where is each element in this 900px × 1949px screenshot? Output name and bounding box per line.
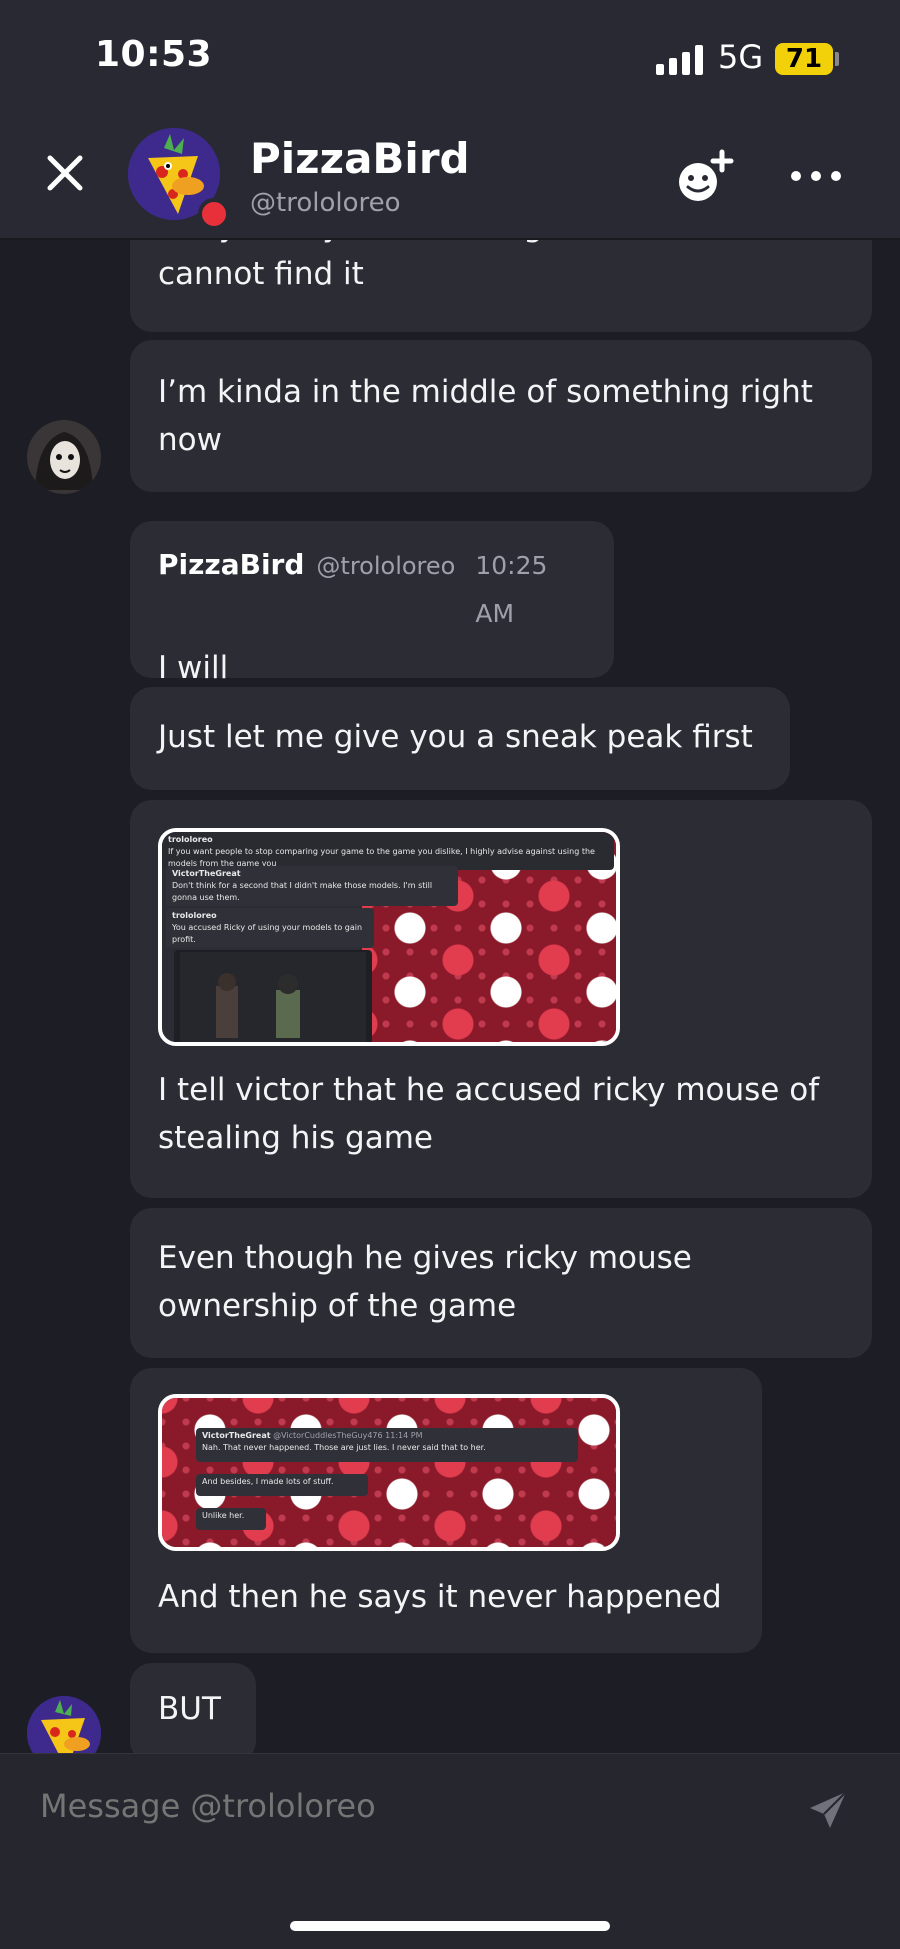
message-timestamp: 10:25 AM xyxy=(475,551,548,628)
image-attachment[interactable]: trololoreo If you want people to stop co… xyxy=(158,828,620,1046)
screenshot-line: And besides, I made lots of stuff. xyxy=(196,1474,368,1496)
screenshot-line: trololoreo You accused Ricky of using yo… xyxy=(166,908,374,948)
screenshot-line: Unlike her. xyxy=(196,1508,266,1530)
screenshot-text: Unlike her. xyxy=(202,1511,245,1520)
more-options-icon[interactable] xyxy=(790,168,842,184)
screenshot-line: VictorTheGreat Don't think for a second … xyxy=(166,866,458,906)
message-text: BUT xyxy=(158,1691,221,1727)
screenshot-line: trololoreo If you want people to stop co… xyxy=(162,832,614,870)
screenshot-line: VictorTheGreat @VictorCuddlesTheGuy476 1… xyxy=(196,1428,578,1462)
status-time: 10:53 xyxy=(95,34,213,75)
battery-icon: 71 xyxy=(775,43,833,75)
battery-tip xyxy=(835,52,839,66)
presence-dnd-icon xyxy=(198,198,230,230)
avatar[interactable] xyxy=(128,128,230,230)
message-bubble[interactable]: Just let me give you a sneak peak first xyxy=(130,687,790,790)
signal-icon xyxy=(656,45,704,75)
screenshot-text: And besides, I made lots of stuff. xyxy=(202,1477,334,1486)
avatar[interactable] xyxy=(27,1696,101,1753)
screenshot-user: VictorTheGreat xyxy=(202,1431,271,1440)
message-list[interactable]: Okay, can you send it again because I ca… xyxy=(0,238,900,1753)
message-text: I’m kinda in the middle of something rig… xyxy=(158,374,813,458)
message-text: I tell victor that he accused ricky mous… xyxy=(158,1072,820,1156)
header-name[interactable]: PizzaBird xyxy=(250,134,470,183)
author-name[interactable]: PizzaBird xyxy=(158,541,304,589)
send-icon[interactable] xyxy=(806,1788,850,1832)
network-type: 5G xyxy=(718,38,764,76)
close-icon[interactable] xyxy=(40,148,90,198)
author-handle: @trololoreo xyxy=(316,552,456,580)
message-text: Okay, can you send it again because I ca… xyxy=(158,238,749,292)
avatar[interactable] xyxy=(27,420,101,494)
message-composer xyxy=(0,1753,900,1949)
add-friend-icon[interactable] xyxy=(676,148,736,204)
screenshot-text: Nah. That never happened. Those are just… xyxy=(202,1443,486,1452)
message-text: I will xyxy=(158,650,229,686)
chat-header: PizzaBird @trololoreo xyxy=(0,110,900,238)
message-text: Just let me give you a sneak peak first xyxy=(158,719,753,755)
screenshot-text: You accused Ricky of using your models t… xyxy=(172,923,363,944)
message-meta: PizzaBird @trololoreo 10:25 AM xyxy=(158,541,586,638)
message-bubble[interactable]: PizzaBird @trololoreo 10:25 AM I will xyxy=(130,521,614,686)
screenshot-text: Don't think for a second that I didn't m… xyxy=(172,881,433,902)
message-text: Even though he gives ricky mouse ownersh… xyxy=(158,1240,692,1324)
message-bubble[interactable]: trololoreo If you want people to stop co… xyxy=(130,800,872,1198)
message-input[interactable] xyxy=(38,1786,762,1826)
message-text: And then he says it never happened xyxy=(158,1579,722,1615)
screenshot-tag: @VictorCuddlesTheGuy476 xyxy=(273,1431,383,1440)
screenshot-user: VictorTheGreat xyxy=(172,869,241,878)
message-bubble[interactable]: Okay, can you send it again because I ca… xyxy=(130,238,872,332)
screenshot-text: If you want people to stop comparing you… xyxy=(168,847,595,868)
status-bar: 10:53 5G 71 xyxy=(0,0,900,110)
screenshot-time: 11:14 PM xyxy=(385,1431,423,1440)
message-bubble[interactable]: Even though he gives ricky mouse ownersh… xyxy=(130,1208,872,1358)
message-bubble[interactable]: I’m kinda in the middle of something rig… xyxy=(130,340,872,492)
screenshot-thumbnail xyxy=(174,950,372,1042)
message-bubble[interactable]: VictorTheGreat @VictorCuddlesTheGuy476 1… xyxy=(130,1368,762,1653)
home-indicator xyxy=(290,1921,610,1931)
image-attachment[interactable]: VictorTheGreat @VictorCuddlesTheGuy476 1… xyxy=(158,1394,620,1551)
message-bubble[interactable]: BUT xyxy=(130,1663,256,1753)
screenshot-user: trololoreo xyxy=(168,835,213,844)
header-handle: @trololoreo xyxy=(250,188,401,218)
screenshot-user: trololoreo xyxy=(172,911,217,920)
